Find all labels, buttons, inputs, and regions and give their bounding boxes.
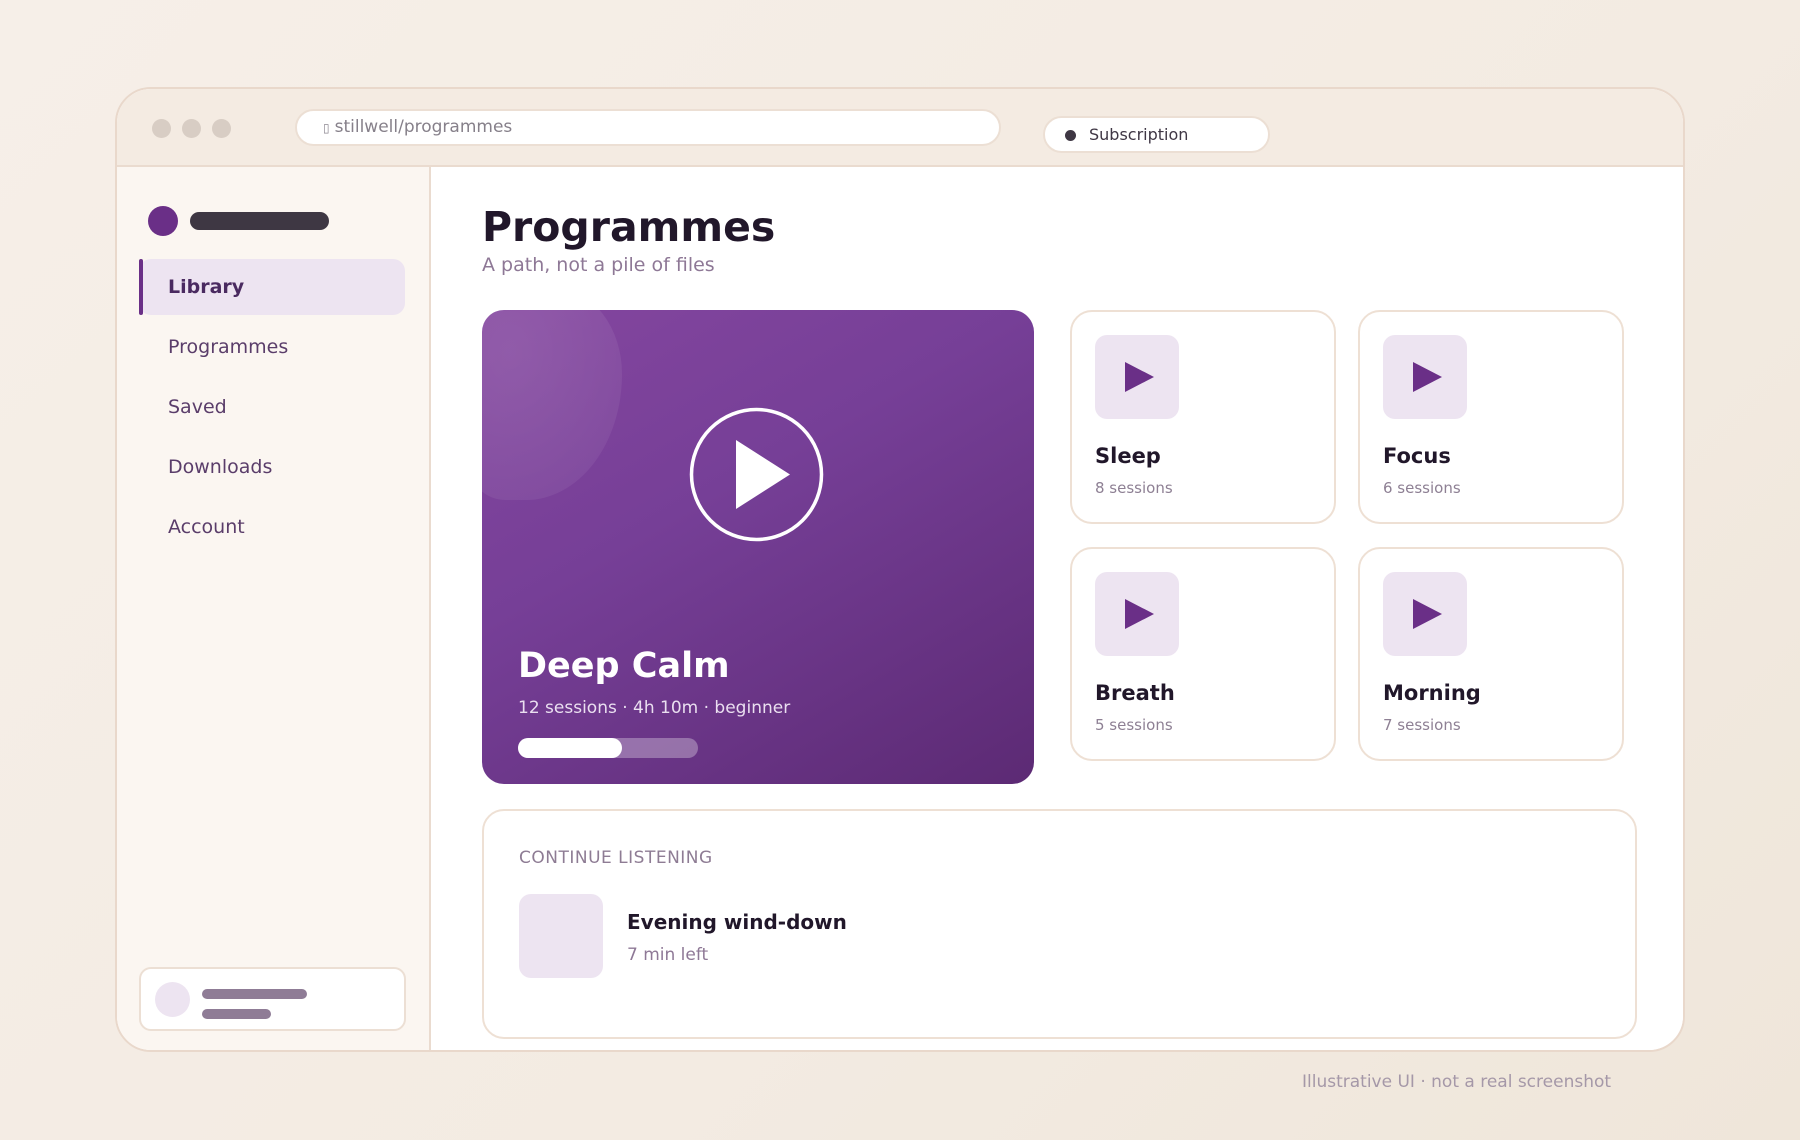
track-title[interactable]: Evening wind-down [627,910,847,934]
tile-session-count: 5 sessions [1095,716,1173,734]
window-minimize-dot[interactable] [182,119,201,138]
address-bar[interactable]: ▯ stillwell/programmes [295,109,1001,146]
featured-title: Deep Calm [518,646,730,686]
user-plan-placeholder [202,1009,271,1019]
sidebar-item-account[interactable]: Account [139,499,405,555]
programme-tile-breath[interactable]: Breath 5 sessions [1070,547,1336,761]
play-icon [1095,335,1179,419]
address-bar-text: stillwell/programmes [334,117,513,137]
play-icon [1383,572,1467,656]
section-heading: CONTINUE LISTENING [519,848,713,868]
page-subtitle: A path, not a pile of files [482,254,715,276]
programme-tile-focus[interactable]: Focus 6 sessions [1358,310,1624,524]
progress-fill [518,738,623,758]
tile-name: Breath [1095,681,1175,705]
page-title: Programmes [482,203,776,251]
progress-bar [518,738,698,758]
sidebar-item-label: Account [168,516,245,538]
window-close-dot[interactable] [152,119,171,138]
browser-chrome: ▯ stillwell/programmes Subscription [117,89,1683,167]
sidebar-item-library[interactable]: Library [139,259,405,315]
tile-session-count: 8 sessions [1095,479,1173,497]
sidebar-item-label: Downloads [168,456,273,478]
programme-tile-morning[interactable]: Morning 7 sessions [1358,547,1624,761]
tile-name: Sleep [1095,444,1161,468]
featured-meta: 12 sessions · 4h 10m · beginner [518,698,791,718]
sidebar-item-label: Library [168,276,245,298]
sidebar-item-label: Saved [168,396,227,418]
user-profile-card[interactable] [139,967,406,1031]
tile-session-count: 7 sessions [1383,716,1461,734]
brand-logo-icon [148,206,178,236]
sidebar-item-label: Programmes [168,336,289,358]
sidebar-item-downloads[interactable]: Downloads [139,439,405,495]
app-window: ▯ stillwell/programmes Subscription Libra… [115,87,1685,1052]
play-circle-icon[interactable] [689,407,824,542]
tile-session-count: 6 sessions [1383,479,1461,497]
decorative-texture [482,310,622,500]
tile-name: Morning [1383,681,1481,705]
main-content: Programmes A path, not a pile of files D… [431,167,1683,1050]
avatar [155,982,190,1017]
user-name-placeholder [202,989,307,999]
brand-name-placeholder [190,212,329,230]
tile-name: Focus [1383,444,1451,468]
track-thumbnail[interactable] [519,894,603,978]
status-dot-icon [1065,130,1076,141]
programme-tile-sleep[interactable]: Sleep 8 sessions [1070,310,1336,524]
track-time-left: 7 min left [627,945,709,965]
subscription-label: Subscription [1089,125,1189,144]
sidebar-item-saved[interactable]: Saved [139,379,405,435]
window-maximize-dot[interactable] [212,119,231,138]
subscription-button[interactable]: Subscription [1043,116,1270,153]
lock-icon: ▯ [323,121,330,135]
sidebar-item-programmes[interactable]: Programmes [139,319,405,375]
featured-programme-card[interactable]: Deep Calm 12 sessions · 4h 10m · beginne… [482,310,1034,784]
play-icon [1095,572,1179,656]
footnote: Illustrative UI · not a real screenshot [1302,1072,1612,1092]
sidebar: Library Programmes Saved Downloads Accou… [117,167,431,1050]
play-icon [1383,335,1467,419]
continue-listening-panel: CONTINUE LISTENING Evening wind-down 7 m… [482,809,1637,1039]
